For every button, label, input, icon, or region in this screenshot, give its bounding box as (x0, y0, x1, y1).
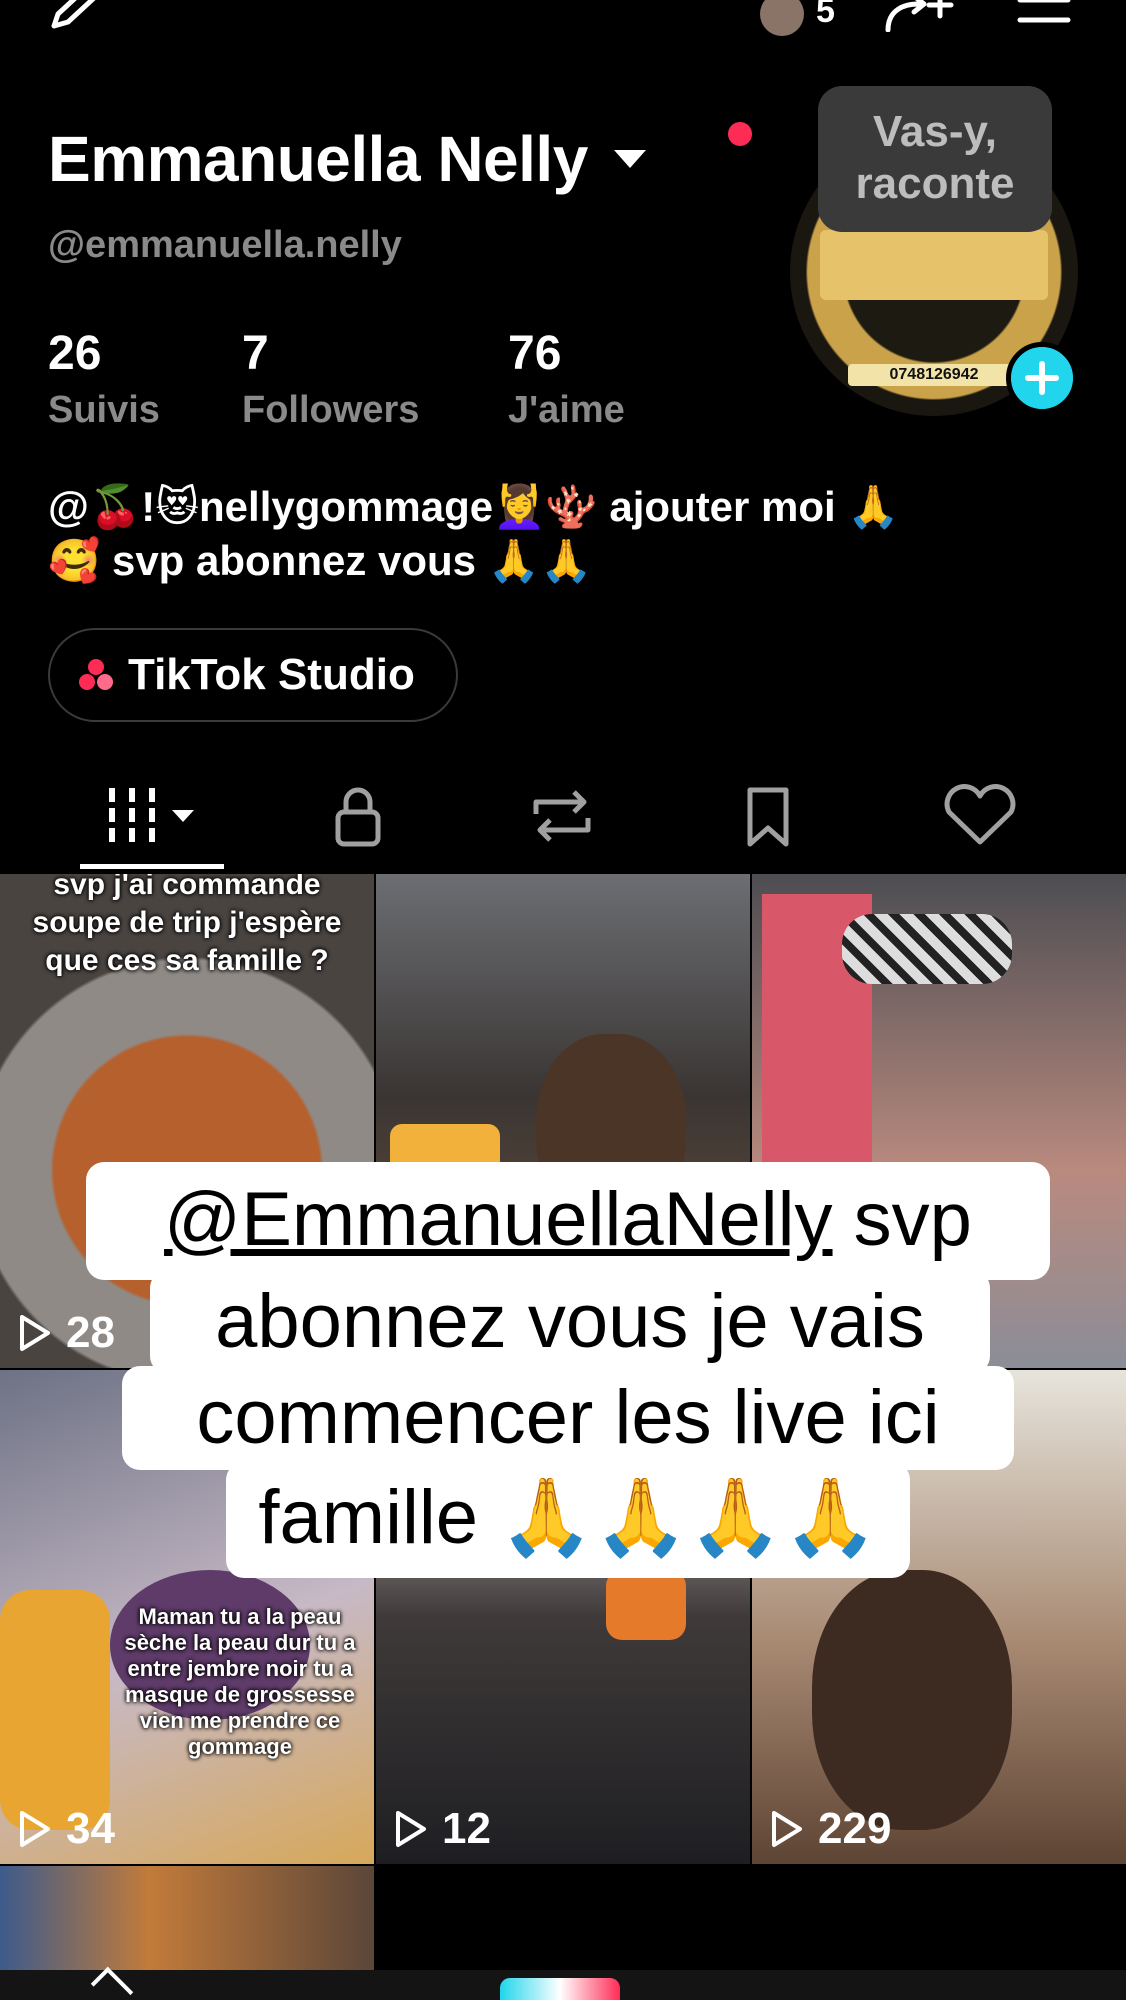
friends-button[interactable]: 5 (760, 0, 846, 38)
story-prompt-line1: Vas-y, (873, 107, 997, 156)
story-prompt-bubble[interactable]: Vas-y, raconte (818, 86, 1052, 232)
videos-grid-icon[interactable] (104, 784, 200, 848)
sticker-line-1-rest: svp (832, 1177, 972, 1262)
video-caption: svp j'ai commande soupe de trip j'espère… (32, 874, 342, 977)
lock-icon[interactable] (318, 784, 398, 848)
profile-bio: @🍒!😻nellygommage💆‍♀️🪸 ajouter moi 🙏 🥰 sv… (48, 480, 1068, 588)
heart-icon[interactable] (935, 784, 1025, 848)
menu-icon[interactable] (1016, 0, 1072, 28)
view-count: 28 (18, 1308, 115, 1358)
friend-avatar (760, 0, 804, 36)
profile-name: Emmanuella Nelly (48, 123, 588, 195)
view-count: 12 (394, 1804, 491, 1854)
stat-label: Suivis (48, 389, 160, 431)
stat-label: Followers (242, 389, 420, 431)
notification-dot (728, 122, 752, 146)
repost-icon[interactable] (522, 784, 602, 848)
thumbnail-headband (842, 914, 1012, 984)
bio-line-1: @🍒!😻nellygommage💆‍♀️🪸 ajouter moi 🙏 (48, 483, 900, 530)
stat-value: 7 (242, 327, 269, 380)
avatar-label-band (820, 230, 1048, 300)
active-tab-indicator (80, 864, 224, 869)
bio-line-2: 🥰 svp abonnez vous 🙏🙏 (48, 537, 593, 584)
add-story-button[interactable] (1006, 342, 1078, 414)
avatar-phone-text: 0748126942 (848, 364, 1020, 386)
sticker-mention: @EmmanuellaNelly (164, 1177, 833, 1262)
bottom-nav (0, 1966, 1126, 2000)
edit-icon[interactable] (48, 0, 100, 30)
stat-following[interactable]: 26 Suivis (48, 326, 160, 432)
video-thumbnail[interactable] (0, 1866, 374, 1970)
view-count: 229 (770, 1804, 891, 1854)
view-count-value: 229 (818, 1804, 892, 1853)
story-prompt-line2: raconte (855, 159, 1015, 208)
stat-followers[interactable]: 7 Followers (242, 326, 419, 432)
bookmark-icon[interactable] (728, 784, 808, 848)
video-caption: Maman tu a la peau sèche la peau dur tu … (124, 1604, 356, 1759)
stat-likes[interactable]: 76 J'aime (508, 326, 625, 432)
thumbnail-bottle (0, 1590, 110, 1830)
profile-handle: @emmanuella.nelly (48, 224, 402, 266)
view-count-value: 34 (66, 1804, 115, 1853)
account-switcher[interactable]: Emmanuella Nelly (48, 122, 646, 196)
stat-label: J'aime (508, 389, 625, 431)
profile-tabs (0, 768, 1126, 872)
tiktok-studio-button[interactable]: TikTok Studio (48, 628, 458, 722)
thumbnail-cup (606, 1570, 686, 1640)
thumbnail-face (812, 1570, 1012, 1830)
add-friend-icon[interactable] (884, 0, 954, 32)
stat-value: 76 (508, 327, 562, 380)
stat-value: 26 (48, 327, 102, 380)
create-button[interactable] (500, 1978, 620, 2000)
top-bar: 5 (0, 0, 1126, 50)
chevron-down-icon (613, 150, 646, 168)
sticker-line-1: @EmmanuellaNelly svp (86, 1162, 1050, 1280)
studio-icon (79, 659, 113, 690)
sticker-line-3: commencer les live ici (122, 1366, 1014, 1470)
view-count-value: 12 (442, 1804, 491, 1853)
view-count: 34 (18, 1804, 115, 1854)
sticker-line-2: abonnez vous je vais (150, 1270, 990, 1374)
tiktok-studio-label: TikTok Studio (128, 650, 415, 699)
view-count-value: 28 (66, 1308, 115, 1357)
friends-count: 5 (816, 0, 835, 30)
home-icon[interactable] (90, 1966, 134, 2000)
sticker-line-4: famille 🙏🙏🙏🙏 (226, 1462, 910, 1578)
